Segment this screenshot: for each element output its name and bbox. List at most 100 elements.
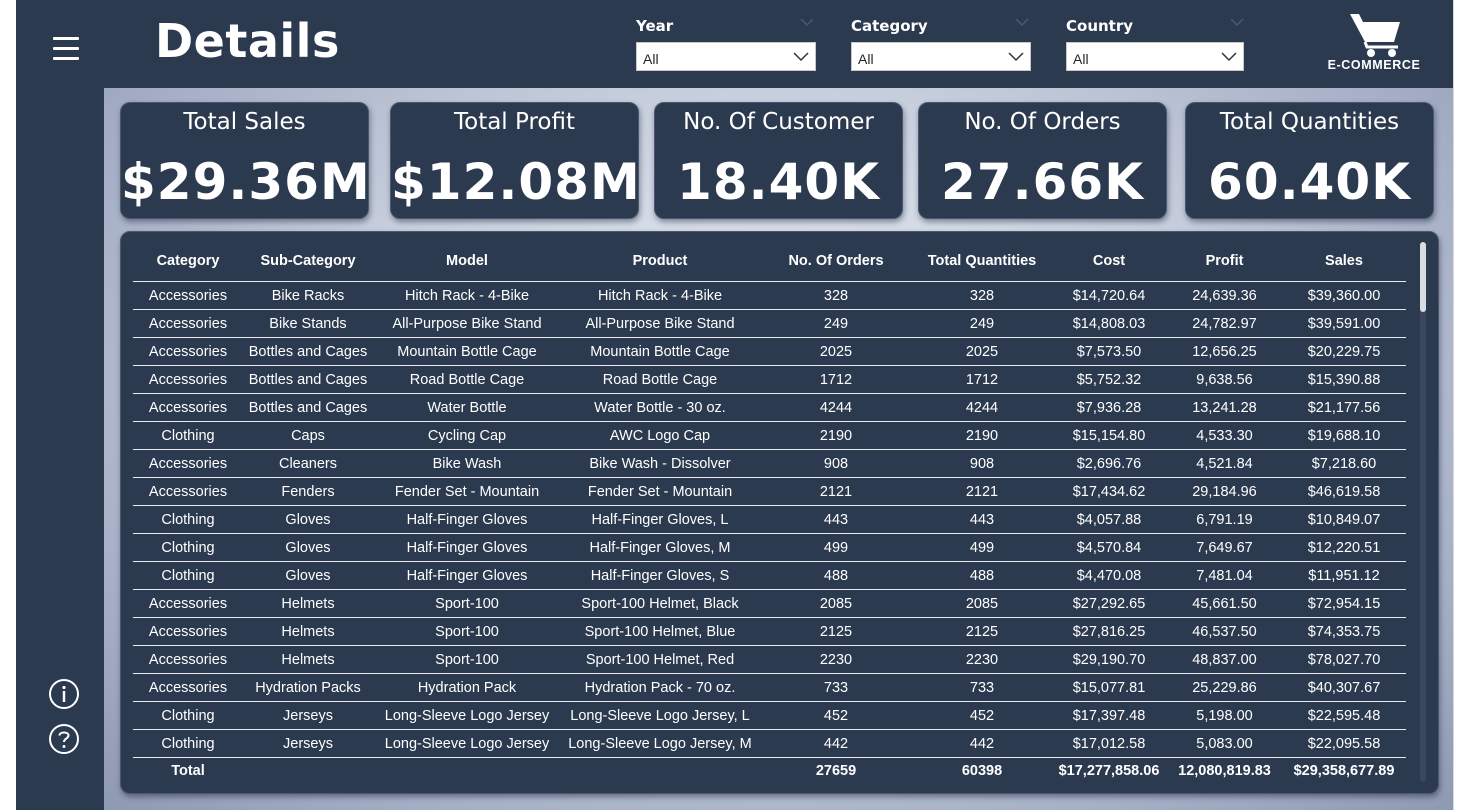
- table-scrollbar[interactable]: [1420, 242, 1426, 782]
- column-header[interactable]: Profit: [1167, 240, 1282, 282]
- table-cell: Sport-100 Helmet, Red: [561, 645, 759, 674]
- table-cell: 442: [913, 729, 1051, 758]
- table-cell: 12,656.25: [1167, 337, 1282, 366]
- column-header[interactable]: Category: [133, 240, 243, 282]
- table-cell: $21,177.56: [1282, 393, 1406, 422]
- table-cell: $17,012.58: [1051, 729, 1167, 758]
- table-row[interactable]: Accessories Bottles and Cages Water Bottle…: [133, 393, 1406, 422]
- table-row[interactable]: Clothing Gloves Half-Finger Gloves Half-Fin…: [133, 533, 1406, 562]
- table-cell: $46,619.58: [1282, 477, 1406, 506]
- table-cell: 2230: [759, 645, 913, 674]
- year-dropdown[interactable]: All: [636, 42, 816, 71]
- total-cell: [561, 758, 759, 784]
- table-row[interactable]: Accessories Fenders Fender Set - Mountain F…: [133, 477, 1406, 506]
- table-cell: Helmets: [243, 617, 373, 646]
- table-row[interactable]: Clothing Jerseys Long-Sleeve Logo Jersey Lo…: [133, 701, 1406, 730]
- table-row[interactable]: Accessories Bottles and Cages Road Bottle …: [133, 365, 1406, 394]
- table-cell: Half-Finger Gloves, M: [561, 533, 759, 562]
- category-slicer[interactable]: Category All: [851, 16, 1033, 71]
- table-cell: $17,397.48: [1051, 701, 1167, 730]
- chevron-down-icon[interactable]: [1230, 17, 1244, 27]
- table-row[interactable]: Accessories Cleaners Bike Wash Bike Wash - …: [133, 449, 1406, 478]
- table-row[interactable]: Accessories Helmets Sport-100 Sport-100 Hel…: [133, 617, 1406, 646]
- table-cell: $72,954.15: [1282, 589, 1406, 618]
- table-row[interactable]: Accessories Bike Stands All-Purpose Bike S…: [133, 309, 1406, 338]
- hamburger-menu-icon[interactable]: [53, 37, 81, 61]
- total-cell: Total: [171, 762, 205, 779]
- table-cell: Bike Wash - Dissolver: [561, 449, 759, 478]
- column-header[interactable]: Sub-Category: [243, 240, 373, 282]
- table-cell: 488: [759, 561, 913, 590]
- total-cell: 60398: [961, 762, 1003, 779]
- kpi-title: No. Of Customer: [683, 109, 874, 135]
- table-cell: 499: [913, 533, 1051, 562]
- table-row[interactable]: Clothing Gloves Half-Finger Gloves Half-Fin…: [133, 505, 1406, 534]
- table-row[interactable]: Clothing Caps Cycling Cap AWC Logo Cap 2190 2…: [133, 421, 1406, 450]
- table-row[interactable]: Accessories Bike Racks Hitch Rack - 4-Bike…: [133, 281, 1406, 310]
- table-cell: Bike Racks: [243, 281, 373, 310]
- table-cell: Hydration Pack - 70 oz.: [561, 673, 759, 702]
- table-cell: Accessories: [133, 337, 243, 366]
- year-slicer[interactable]: Year All: [636, 16, 818, 71]
- table-cell: 2085: [759, 589, 913, 618]
- table-row[interactable]: Accessories Helmets Sport-100 Sport-100 Hel…: [133, 645, 1406, 674]
- table-cell: 328: [759, 281, 913, 310]
- table-cell: 2190: [913, 421, 1051, 450]
- chevron-down-icon[interactable]: [800, 17, 814, 27]
- table-cell: Half-Finger Gloves, S: [561, 561, 759, 590]
- table-cell: 9,638.56: [1167, 365, 1282, 394]
- column-header[interactable]: Total Quantities: [913, 240, 1051, 282]
- table-cell: Road Bottle Cage: [373, 365, 561, 394]
- country-dropdown[interactable]: All: [1066, 42, 1244, 71]
- table-cell: $4,470.08: [1051, 561, 1167, 590]
- table-cell: Half-Finger Gloves: [373, 533, 561, 562]
- total-cell: 12,080,819.83: [1178, 762, 1271, 779]
- table-cell: Sport-100 Helmet, Black: [561, 589, 759, 618]
- table-cell: 2230: [913, 645, 1051, 674]
- table-cell: Cycling Cap: [373, 421, 561, 450]
- table-cell: 442: [759, 729, 913, 758]
- column-header[interactable]: Product: [561, 240, 759, 282]
- table-cell: $15,390.88: [1282, 365, 1406, 394]
- table-cell: Long-Sleeve Logo Jersey, M: [561, 729, 759, 758]
- kpi-value: 18.40K: [677, 153, 880, 211]
- shopping-cart-icon: [1350, 14, 1400, 57]
- kpi-total-profit: Total Profit $12.08M: [390, 102, 640, 219]
- help-icon[interactable]: [48, 723, 80, 755]
- kpi-title: Total Quantities: [1219, 109, 1400, 135]
- table-row[interactable]: Clothing Jerseys Long-Sleeve Logo Jersey Lo…: [133, 729, 1406, 758]
- table-row[interactable]: Clothing Gloves Half-Finger Gloves Half-Fin…: [133, 561, 1406, 590]
- table-cell: $12,220.51: [1282, 533, 1406, 562]
- table-total-row: Total 27659 60398 $17,277,858.06 12,080,819.…: [133, 758, 1406, 784]
- table-cell: $7,218.60: [1282, 449, 1406, 478]
- table-cell: $5,752.32: [1051, 365, 1167, 394]
- table-cell: 249: [759, 309, 913, 338]
- table-cell: 29,184.96: [1167, 477, 1282, 506]
- kpi-value: 60.40K: [1208, 153, 1411, 211]
- table-cell: $2,696.76: [1051, 449, 1167, 478]
- kpi-title: Total Profit: [453, 109, 576, 135]
- column-header[interactable]: Model: [373, 240, 561, 282]
- country-dropdown-value: All: [1073, 51, 1089, 67]
- table-cell: Hitch Rack - 4-Bike: [373, 281, 561, 310]
- scrollbar-thumb[interactable]: [1420, 242, 1426, 312]
- table-row[interactable]: Accessories Hydration Packs Hydration Pack…: [133, 673, 1406, 702]
- table-cell: 24,782.97: [1167, 309, 1282, 338]
- column-header[interactable]: No. Of Orders: [759, 240, 913, 282]
- table-cell: Sport-100 Helmet, Blue: [561, 617, 759, 646]
- table-row[interactable]: Accessories Bottles and Cages Mountain Bot…: [133, 337, 1406, 366]
- category-dropdown[interactable]: All: [851, 42, 1031, 71]
- table-cell: 2085: [913, 589, 1051, 618]
- category-slicer-label: Category: [851, 17, 928, 35]
- country-slicer[interactable]: Country All: [1066, 16, 1248, 71]
- column-header[interactable]: Sales: [1282, 240, 1406, 282]
- total-cell: [243, 758, 373, 784]
- table-cell: 908: [759, 449, 913, 478]
- info-icon[interactable]: [48, 678, 80, 710]
- table-cell: Accessories: [133, 645, 243, 674]
- table-row[interactable]: Accessories Helmets Sport-100 Sport-100 Hel…: [133, 589, 1406, 618]
- table-cell: 443: [913, 505, 1051, 534]
- chevron-down-icon[interactable]: [1015, 17, 1029, 27]
- table-cell: Bike Stands: [243, 309, 373, 338]
- column-header[interactable]: Cost: [1051, 240, 1167, 282]
